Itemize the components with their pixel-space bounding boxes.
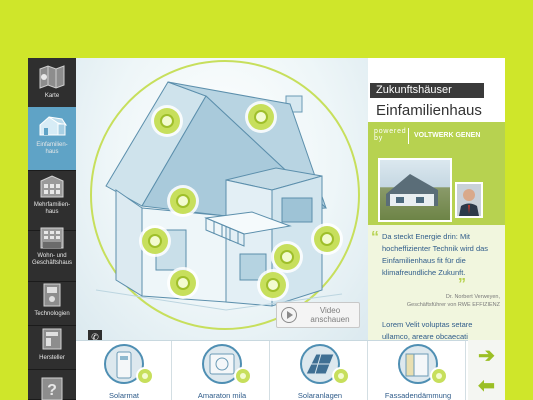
product-item[interactable]: Amaraton mila [174,341,270,400]
svg-text:?: ? [47,382,57,399]
product-label: Solarmat [108,391,139,400]
hotspot-roof-left[interactable] [154,108,180,134]
house-scene: Video anschauen [76,58,368,340]
sidebar-item-help[interactable]: ? [28,370,76,400]
sidebar-item-label: Wohn- und Geschäftshaus [31,253,73,266]
divider [408,128,409,144]
quote-author-name: Dr. Norbert Verweyen, [445,294,500,300]
portrait-image [457,184,481,216]
hotspot-entrance[interactable] [260,272,286,298]
product-label: Solaranlagen [297,391,343,400]
product-carousel: Solarmat Amaraton mila Solaranlagen Fass… [76,340,468,400]
arrow-right-icon[interactable]: ➔ [473,344,500,370]
quote-author-role: Geschäftsführer von RWE EFFIZIENZ [406,302,500,308]
product-label: Amaraton mila [197,391,247,400]
sidebar-item-label: Technologien [34,311,70,317]
powered-by-label: powered by [374,128,407,142]
portrait-photo [455,182,483,218]
quote-text: Da steckt Energie drin: Mit hocheffizien… [382,232,489,277]
commercial-building-icon [40,227,64,249]
apartment-building-icon [40,175,64,198]
manufacturer-icon [42,328,62,350]
map-icon [39,65,65,89]
arrow-left-icon[interactable]: ⬅ [473,374,500,400]
technology-icon [43,283,61,307]
product-label: Fassadendämmung [384,391,452,400]
hotspot-wall[interactable] [170,188,196,214]
hotspot-basement[interactable] [170,270,196,296]
play-icon [281,307,297,323]
panel-tab[interactable]: Zukunftshäuser [370,83,484,98]
product-badge-icon [332,367,350,385]
house-photo-image [386,174,438,206]
sidebar-item-hersteller[interactable]: Hersteller [28,320,76,370]
house-photo [378,158,452,222]
carousel-arrows: ➔ ⬅ [468,340,505,400]
panel-heading: Einfamilienhaus [376,102,482,119]
info-panel: Zukunftshäuser Einfamilienhaus powered b… [368,58,505,341]
hotspot-annex[interactable] [314,226,340,252]
product-item[interactable]: Solarmat [76,341,172,400]
sidebar: Karte Einfamilien-haus Mehrfamilien-haus [28,58,76,400]
product-item[interactable]: Fassadendämmung [370,341,466,400]
product-badge-icon [430,367,448,385]
quote-close-mark: ” [458,276,466,293]
sidebar-item-label: Mehrfamilien-haus [33,202,71,215]
product-badge-icon [136,367,154,385]
sidebar-item-technologien[interactable]: Technologien [28,276,76,326]
brand-logo: VOLTWERK GENEN [414,132,481,139]
photo-area [368,150,505,225]
powered-by-banner: powered by VOLTWERK GENEN [368,122,505,150]
hotspot-ground-left[interactable] [142,228,168,254]
single-family-house-icon [39,116,68,136]
sidebar-item-einfamilienhaus[interactable]: Einfamilien-haus [28,107,76,171]
video-button[interactable]: Video anschauen [276,302,360,328]
sidebar-item-wohn-und-geschaeftshaus[interactable]: Wohn- und Geschäftshaus [28,218,76,282]
house-illustration [95,81,343,311]
sidebar-item-label: Hersteller [39,355,65,361]
sidebar-item-label: Karte [44,93,60,99]
sidebar-item-label: Einfamilien-haus [36,142,68,155]
quote-open-mark: “ [371,229,379,246]
quote-area: “ Da steckt Energie drin: Mit hocheffizi… [368,225,505,341]
help-icon: ? [41,377,63,400]
video-button-label: Video anschauen [310,306,350,324]
quote-author: Dr. Norbert Verweyen, Geschäftsführer vo… [372,293,500,309]
product-badge-icon [234,367,252,385]
hotspot-roof-right[interactable] [248,104,274,130]
app-window: Karte Einfamilien-haus Mehrfamilien-haus [28,58,505,400]
hotspot-window[interactable] [274,244,300,270]
product-item[interactable]: Solaranlagen [272,341,368,400]
